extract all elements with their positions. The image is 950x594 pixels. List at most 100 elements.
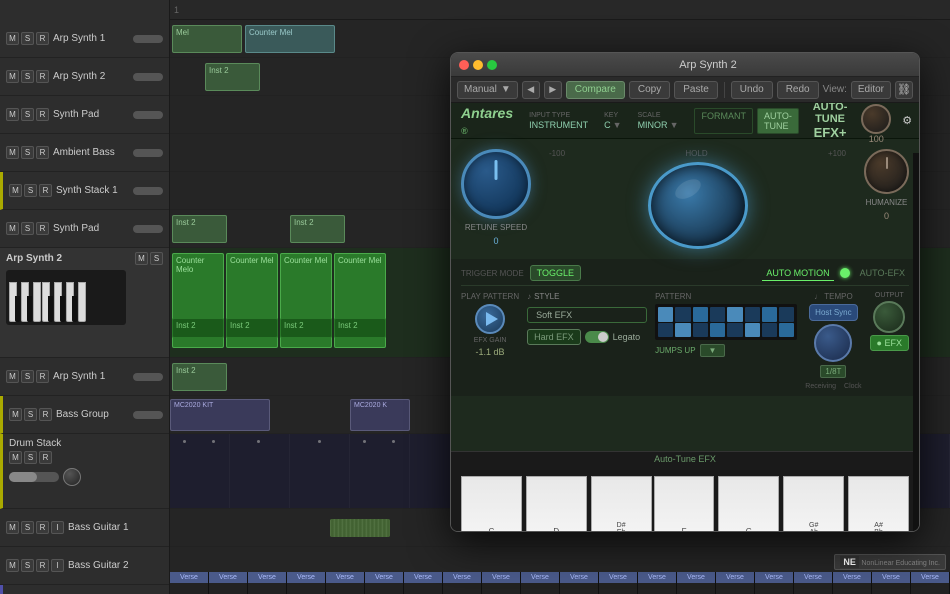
clip[interactable]: MC2020 K (350, 399, 410, 431)
volume-knob[interactable] (133, 111, 163, 119)
volume-knob[interactable] (133, 35, 163, 43)
input-button[interactable]: I (51, 521, 64, 534)
mute-button[interactable]: M (6, 32, 19, 45)
mute-button[interactable]: M (9, 451, 22, 464)
soft-efx-button[interactable]: Soft EFX (527, 307, 647, 323)
link-button[interactable]: ⛓ (895, 81, 913, 99)
solo-button[interactable]: S (150, 252, 163, 265)
mute-button[interactable]: M (9, 408, 22, 421)
pattern-grid[interactable] (655, 304, 797, 340)
legato-button[interactable]: Legato (613, 332, 641, 342)
clip[interactable] (330, 519, 390, 537)
hard-efx-button[interactable]: Hard EFX (527, 329, 581, 345)
autoefx-tab[interactable]: AUTO-EFX (856, 266, 909, 280)
humanize-knob[interactable] (864, 149, 909, 194)
solo-button[interactable]: S (21, 32, 34, 45)
volume-knob[interactable] (133, 187, 163, 195)
back-button[interactable]: ◀ (522, 81, 540, 99)
mute-button[interactable]: M (135, 252, 148, 265)
record-button[interactable]: R (36, 32, 49, 45)
solo-button[interactable]: S (21, 146, 34, 159)
piano-key-gs[interactable]: G#Ab (783, 476, 844, 531)
clip[interactable]: Counter Mel (245, 25, 335, 53)
automotion-tab[interactable]: AUTO MOTION (762, 266, 833, 281)
minimize-button[interactable] (473, 60, 483, 70)
record-button[interactable]: R (36, 521, 49, 534)
forward-button[interactable]: ▶ (544, 81, 562, 99)
solo-button[interactable]: S (21, 108, 34, 121)
solo-button[interactable]: S (21, 521, 34, 534)
formant-tab[interactable]: FORMANT (694, 108, 753, 134)
autotune-tab[interactable]: AUTO-TUNE (757, 108, 799, 134)
clip[interactable]: Inst 2 (172, 318, 224, 338)
volume-knob[interactable] (133, 149, 163, 157)
solo-button[interactable]: S (21, 222, 34, 235)
record-button[interactable]: R (36, 559, 49, 572)
mute-button[interactable]: M (9, 184, 22, 197)
efx-button[interactable]: ● EFX (870, 335, 909, 351)
piano-key-c[interactable]: C (461, 476, 522, 531)
input-type-value[interactable]: INSTRUMENT (529, 120, 588, 130)
mute-button[interactable]: M (6, 559, 19, 572)
input-button[interactable]: I (51, 559, 64, 572)
tempo-knob[interactable] (814, 324, 852, 362)
volume-knob[interactable] (133, 73, 163, 81)
record-button[interactable]: R (39, 184, 52, 197)
piano-key-f[interactable]: F (654, 476, 715, 531)
solo-button[interactable]: S (21, 370, 34, 383)
piano-key-ds[interactable]: D#Eb (591, 476, 652, 531)
toggle-button[interactable]: TOGGLE (530, 265, 581, 281)
clip[interactable]: MC2020 KIT (170, 399, 270, 431)
drum-knob[interactable] (63, 468, 81, 486)
mute-button[interactable]: M (6, 521, 19, 534)
clip[interactable]: Inst 2 (334, 318, 386, 338)
record-button[interactable]: R (36, 70, 49, 83)
clip[interactable]: Inst 2 (172, 215, 227, 243)
scale-value[interactable]: MINOR ▼ (638, 120, 679, 130)
clip[interactable]: Inst 2 (290, 215, 345, 243)
volume-knob[interactable] (133, 373, 163, 381)
compare-button[interactable]: Compare (566, 81, 625, 99)
mute-button[interactable]: M (6, 70, 19, 83)
retune-speed-knob[interactable] (461, 149, 531, 219)
mute-button[interactable]: M (6, 222, 19, 235)
mute-button[interactable]: M (6, 108, 19, 121)
close-button[interactable] (459, 60, 469, 70)
volume-knob[interactable] (133, 411, 163, 419)
copy-button[interactable]: Copy (629, 81, 670, 99)
record-button[interactable]: R (36, 146, 49, 159)
clip[interactable]: Inst 2 (280, 318, 332, 338)
piano-key-d[interactable]: D (526, 476, 587, 531)
scrollbar[interactable] (913, 153, 919, 531)
clip[interactable]: Inst 2 (172, 363, 227, 391)
host-sync-button[interactable]: Host Sync (809, 304, 857, 321)
jumps-dropdown[interactable]: ▼ (700, 344, 726, 357)
drum-slider[interactable] (9, 472, 59, 482)
one-t-button[interactable]: 1/8T (820, 365, 846, 378)
editor-view-button[interactable]: Editor (851, 81, 891, 99)
key-value[interactable]: C ▼ (604, 120, 621, 130)
mute-button[interactable]: M (6, 370, 19, 383)
record-button[interactable]: R (39, 451, 52, 464)
record-button[interactable]: R (36, 370, 49, 383)
solo-button[interactable]: S (24, 408, 37, 421)
record-button[interactable]: R (36, 222, 49, 235)
mute-button[interactable]: M (6, 146, 19, 159)
solo-button[interactable]: S (21, 559, 34, 572)
piano-key-g[interactable]: G (718, 476, 779, 531)
play-button[interactable] (475, 304, 505, 334)
clip[interactable]: Mel (172, 25, 242, 53)
pitch-sphere[interactable] (648, 162, 748, 249)
hard-efx-toggle[interactable] (585, 331, 609, 343)
solo-button[interactable]: S (24, 451, 37, 464)
record-button[interactable]: R (39, 408, 52, 421)
record-button[interactable]: R (36, 108, 49, 121)
redo-button[interactable]: Redo (777, 81, 819, 99)
undo-button[interactable]: Undo (731, 81, 773, 99)
manual-dropdown[interactable]: Manual ▼ (457, 81, 518, 99)
output-knob[interactable] (873, 301, 905, 333)
solo-button[interactable]: S (24, 184, 37, 197)
solo-button[interactable]: S (21, 70, 34, 83)
clip[interactable]: Inst 2 (226, 318, 278, 338)
settings-icon[interactable]: ⚙ (899, 110, 915, 132)
